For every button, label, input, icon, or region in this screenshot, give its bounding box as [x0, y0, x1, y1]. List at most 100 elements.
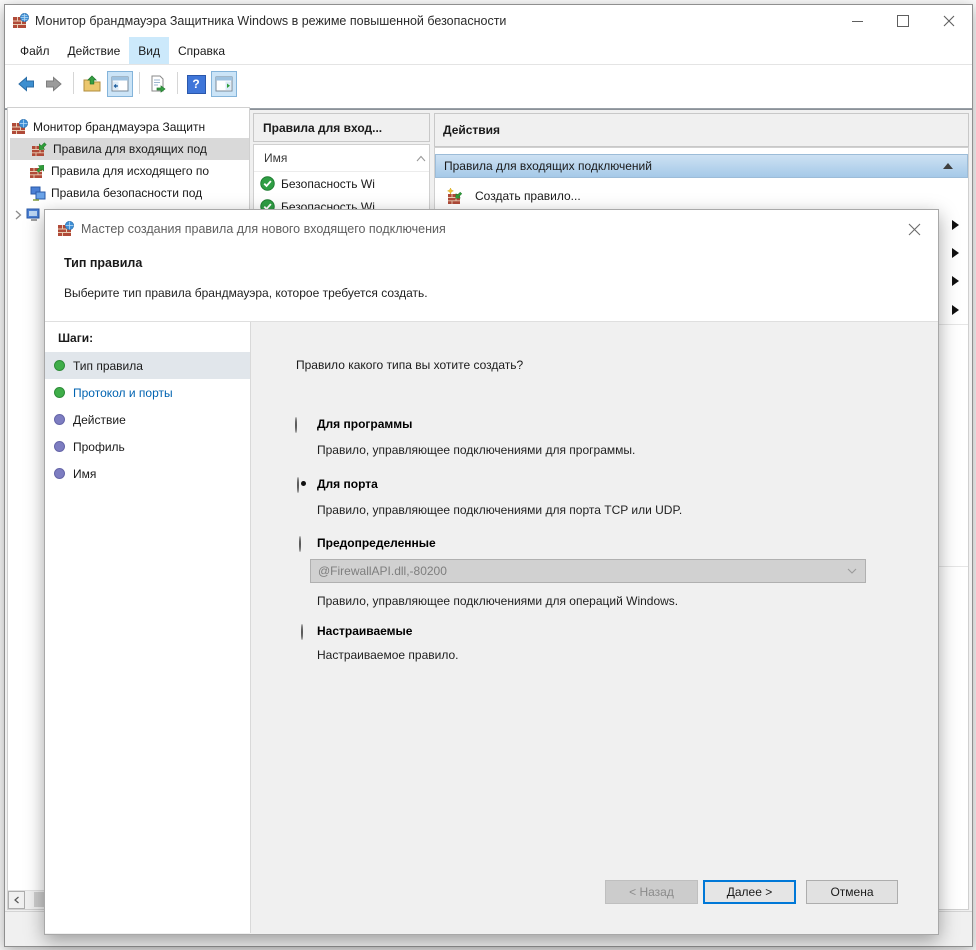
- wizard-question: Правило какого типа вы хотите создать?: [296, 358, 523, 372]
- cancel-button[interactable]: Отмена: [806, 880, 898, 904]
- radio-predefined[interactable]: [299, 536, 301, 552]
- action-label: Создать правило...: [475, 189, 581, 203]
- option-label[interactable]: Для программы: [317, 417, 412, 431]
- toolbar-separator: [177, 72, 178, 94]
- radio-port[interactable]: [297, 477, 299, 493]
- rule-row[interactable]: Безопасность Wi: [254, 172, 429, 195]
- help-button[interactable]: ?: [183, 71, 209, 97]
- forward-button[interactable]: [41, 71, 67, 97]
- new-inbound-rule-wizard: Мастер создания правила для нового входя…: [44, 209, 939, 935]
- wizard-page-subtitle: Выберите тип правила брандмауэра, которо…: [64, 286, 938, 300]
- inbound-rules-icon: [32, 141, 48, 157]
- collapse-icon[interactable]: [943, 163, 953, 169]
- predefined-rules-combobox[interactable]: @FirewallAPI.dll,-80200: [310, 559, 866, 583]
- minimize-button[interactable]: [834, 5, 880, 37]
- wizard-content-pane: Правило какого типа вы хотите создать? Д…: [251, 322, 937, 933]
- option-label[interactable]: Предопределенные: [317, 536, 436, 550]
- step-action: Действие: [45, 406, 250, 433]
- option-desc: Правило, управляющее подключениями для п…: [317, 503, 682, 517]
- export-list-icon: [149, 75, 167, 93]
- option-label[interactable]: Настраиваемые: [317, 624, 412, 638]
- tree-item-label: Правила для исходящего по: [51, 164, 209, 178]
- export-folder-icon: [83, 75, 101, 93]
- wizard-title: Мастер создания правила для нового входя…: [81, 222, 446, 236]
- actions-caption: Действия: [434, 113, 969, 147]
- menu-view[interactable]: Вид: [129, 37, 169, 64]
- scroll-left-button[interactable]: [8, 891, 25, 909]
- window-titlebar: Монитор брандмауэра Защитника Windows в …: [5, 5, 972, 37]
- wizard-titlebar: Мастер создания правила для нового входя…: [45, 210, 938, 247]
- close-icon: [943, 15, 955, 27]
- rules-list-title: Правила для вход...: [263, 121, 382, 135]
- action-pane-toggle-button[interactable]: [211, 71, 237, 97]
- option-desc: Правило, управляющее подключениями для о…: [317, 594, 678, 608]
- radio-program[interactable]: [295, 417, 297, 433]
- rules-list-caption: Правила для вход...: [253, 113, 430, 142]
- close-button[interactable]: [926, 5, 972, 37]
- maximize-icon: [897, 15, 909, 27]
- actions-divider: [935, 566, 968, 567]
- scroll-left-icon: [13, 896, 21, 904]
- app-firewall-icon: [13, 13, 29, 29]
- window-title: Монитор брандмауэра Защитника Windows в …: [35, 14, 506, 28]
- menu-action[interactable]: Действие: [59, 37, 130, 64]
- column-header-name[interactable]: Имя: [254, 145, 429, 172]
- export-list-button[interactable]: [145, 71, 171, 97]
- wizard-page-title: Тип правила: [64, 256, 938, 270]
- menu-file[interactable]: Файл: [11, 37, 59, 64]
- step-done-bullet-icon: [54, 360, 65, 371]
- connection-security-icon: [30, 185, 46, 201]
- maximize-button[interactable]: [880, 5, 926, 37]
- wizard-firewall-icon: [58, 221, 74, 237]
- submenu-arrow-icon: [952, 305, 959, 315]
- step-rule-type: Тип правила: [45, 352, 250, 379]
- submenu-arrow-icon: [952, 248, 959, 258]
- tree-item-outbound-rules[interactable]: Правила для исходящего по: [8, 160, 249, 182]
- tree-item-inbound-rules[interactable]: Правила для входящих под: [10, 138, 249, 160]
- actions-section-header[interactable]: Правила для входящих подключений: [435, 154, 968, 178]
- action-new-rule[interactable]: Создать правило...: [435, 182, 968, 210]
- option-label[interactable]: Для порта: [317, 477, 378, 491]
- tree-item-label: Правила безопасности под: [51, 186, 202, 200]
- step-done-bullet-icon: [54, 387, 65, 398]
- step-protocol-ports[interactable]: Протокол и порты: [45, 379, 250, 406]
- back-button[interactable]: < Назад: [605, 880, 698, 904]
- step-profile: Профиль: [45, 433, 250, 460]
- firewall-monitor-icon: [12, 119, 28, 135]
- steps-label: Шаги:: [58, 331, 250, 345]
- export-folder-button[interactable]: [79, 71, 105, 97]
- console-tree-toggle-button[interactable]: [107, 71, 133, 97]
- forward-arrow-icon: [45, 75, 63, 93]
- combobox-value: @FirewallAPI.dll,-80200: [318, 564, 847, 578]
- minimize-icon: [852, 21, 863, 22]
- tree-root-label: Монитор брандмауэра Защитн: [33, 120, 205, 134]
- menu-help[interactable]: Справка: [169, 37, 234, 64]
- wizard-page-header: Тип правила Выберите тип правила брандма…: [45, 247, 938, 322]
- step-pending-bullet-icon: [54, 468, 65, 479]
- tree-root[interactable]: Монитор брандмауэра Защитн: [8, 116, 249, 138]
- actions-divider: [935, 324, 968, 325]
- window-controls: [834, 5, 972, 37]
- expander-icon[interactable]: [12, 209, 24, 221]
- back-button[interactable]: [13, 71, 39, 97]
- enabled-rule-check-icon: [260, 176, 275, 191]
- step-name: Имя: [45, 460, 250, 487]
- new-rule-icon: [447, 188, 464, 205]
- back-arrow-icon: [17, 75, 35, 93]
- wizard-steps-pane: Шаги: Тип правила Протокол и порты Дейст…: [45, 322, 251, 933]
- wizard-close-button[interactable]: [904, 219, 924, 239]
- chevron-down-icon: [847, 568, 857, 574]
- submenu-arrow-icon: [952, 220, 959, 230]
- close-icon: [908, 223, 921, 236]
- console-tree-toggle-icon: [111, 75, 129, 93]
- next-button[interactable]: Далее >: [703, 880, 796, 904]
- toolbar-separator: [73, 72, 74, 94]
- monitoring-icon: [26, 207, 42, 223]
- rule-name: Безопасность Wi: [281, 177, 375, 191]
- help-icon: ?: [187, 75, 206, 94]
- toolbar: ?: [5, 64, 972, 109]
- sort-ascending-icon: [416, 155, 426, 162]
- step-pending-bullet-icon: [54, 414, 65, 425]
- radio-custom[interactable]: [301, 624, 303, 640]
- tree-item-connection-security[interactable]: Правила безопасности под: [8, 182, 249, 204]
